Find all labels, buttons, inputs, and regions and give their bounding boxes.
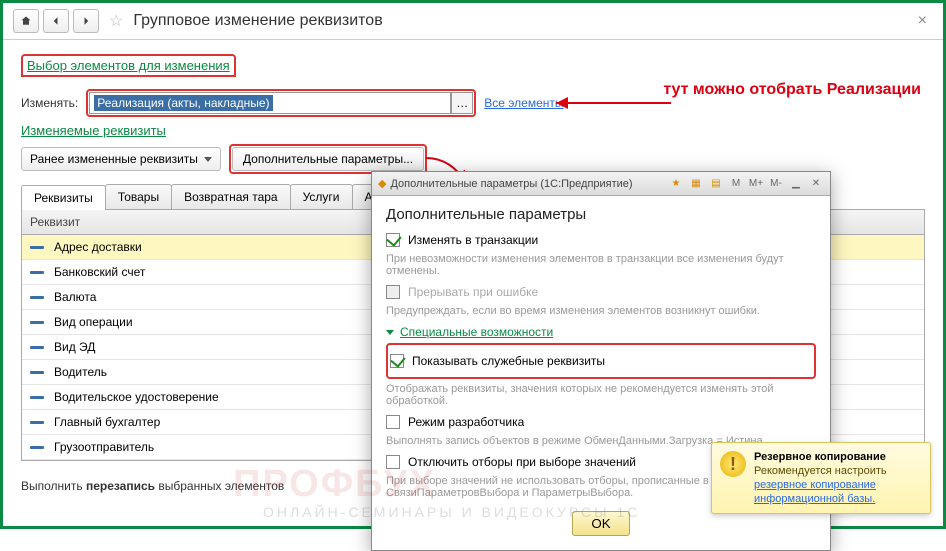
main-toolbar: ☆ Групповое изменение реквизитов × [3, 3, 943, 40]
home-icon [20, 15, 32, 27]
change-input[interactable]: Реализация (акты, накладные) [89, 92, 451, 114]
open-picker-button[interactable]: … [451, 92, 473, 114]
mplus-icon[interactable]: M+ [748, 176, 764, 192]
arrow-left-icon [50, 15, 62, 27]
abort-hint: Предупреждать, если во время изменения э… [386, 305, 816, 317]
disable-filters-checkbox[interactable] [386, 455, 400, 469]
favorite-icon[interactable]: ☆ [109, 11, 123, 31]
transact-hint: При невозможности изменения элементов в … [386, 253, 816, 277]
row-marker-icon [30, 296, 44, 299]
warning-icon: ! [720, 451, 746, 477]
extra-params-highlight: Дополнительные параметры... [229, 144, 427, 174]
dialog-title: Дополнительные параметры (1С:Предприятие… [390, 178, 632, 190]
calc-icon[interactable]: ▤ [708, 176, 724, 192]
forward-button[interactable] [73, 9, 99, 33]
disable-filters-label: Отключить отборы при выборе значений [408, 455, 636, 469]
row-marker-icon [30, 246, 44, 249]
dialog-titlebar[interactable]: ◆ Дополнительные параметры (1С:Предприят… [372, 172, 830, 196]
toast-link2[interactable]: информационной базы. [754, 493, 922, 505]
row-marker-icon [30, 346, 44, 349]
m-icon[interactable]: M [728, 176, 744, 192]
show-service-checkbox[interactable] [390, 354, 404, 368]
backup-toast: ! Резервное копирование Рекомендуется на… [711, 442, 931, 514]
tab-goods[interactable]: Товары [105, 184, 172, 209]
chevron-down-icon [386, 330, 394, 335]
row-marker-icon [30, 271, 44, 274]
show-service-hint: Отображать реквизиты, значения которых н… [386, 383, 816, 407]
row-marker-icon [30, 396, 44, 399]
app-icon: ◆ [378, 177, 386, 190]
dialog-min-icon[interactable]: ▁ [788, 176, 804, 192]
change-input-highlight: Реализация (акты, накладные) … [86, 89, 476, 117]
change-input-value: Реализация (акты, накладные) [94, 95, 272, 111]
fav-icon[interactable]: ★ [668, 176, 684, 192]
toast-link1[interactable]: резервное копирование [754, 479, 922, 491]
row-marker-icon [30, 421, 44, 424]
close-button[interactable]: × [912, 12, 933, 30]
dev-mode-checkbox[interactable] [386, 415, 400, 429]
special-expander[interactable]: Специальные возможности [386, 325, 816, 339]
show-service-label: Показывать служебные реквизиты [412, 354, 605, 368]
tab-services[interactable]: Услуги [290, 184, 353, 209]
page-title: Групповое изменение реквизитов [133, 12, 382, 30]
transact-checkbox[interactable] [386, 233, 400, 247]
extra-params-label: Дополнительные параметры... [243, 152, 413, 166]
row-marker-icon [30, 371, 44, 374]
caret-down-icon [204, 157, 212, 162]
toast-text: Рекомендуется настроить [754, 465, 922, 477]
show-service-highlight: Показывать служебные реквизиты [386, 343, 816, 379]
dialog-heading: Дополнительные параметры [386, 206, 816, 223]
prev-changed-label: Ранее измененные реквизиты [30, 152, 198, 166]
change-label: Изменять: [21, 96, 78, 110]
abort-checkbox [386, 285, 400, 299]
mminus-icon[interactable]: M- [768, 176, 784, 192]
transact-label: Изменять в транзакции [408, 233, 538, 247]
tab-returnable[interactable]: Возвратная тара [171, 184, 291, 209]
all-elements-link[interactable]: Все элементы [484, 96, 563, 110]
ok-button[interactable]: OK [572, 511, 629, 536]
abort-label: Прерывать при ошибке [408, 285, 538, 299]
doc-icon[interactable]: ▦ [688, 176, 704, 192]
home-button[interactable] [13, 9, 39, 33]
extra-params-button[interactable]: Дополнительные параметры... [232, 147, 424, 171]
special-label: Специальные возможности [400, 325, 553, 339]
section-attrs-title: Изменяемые реквизиты [21, 123, 925, 138]
dev-mode-label: Режим разработчика [408, 415, 524, 429]
row-marker-icon [30, 321, 44, 324]
back-button[interactable] [43, 9, 69, 33]
row-marker-icon [30, 446, 44, 449]
tab-requisites[interactable]: Реквизиты [21, 185, 106, 210]
prev-changed-dropdown[interactable]: Ранее измененные реквизиты [21, 147, 221, 171]
dialog-close-icon[interactable]: ✕ [808, 176, 824, 192]
toast-title: Резервное копирование [754, 451, 922, 463]
annotation-text: тут можно отобрать Реализации [663, 81, 921, 99]
section-select-title: Выбор элементов для изменения [21, 54, 236, 77]
arrow-right-icon [80, 15, 92, 27]
